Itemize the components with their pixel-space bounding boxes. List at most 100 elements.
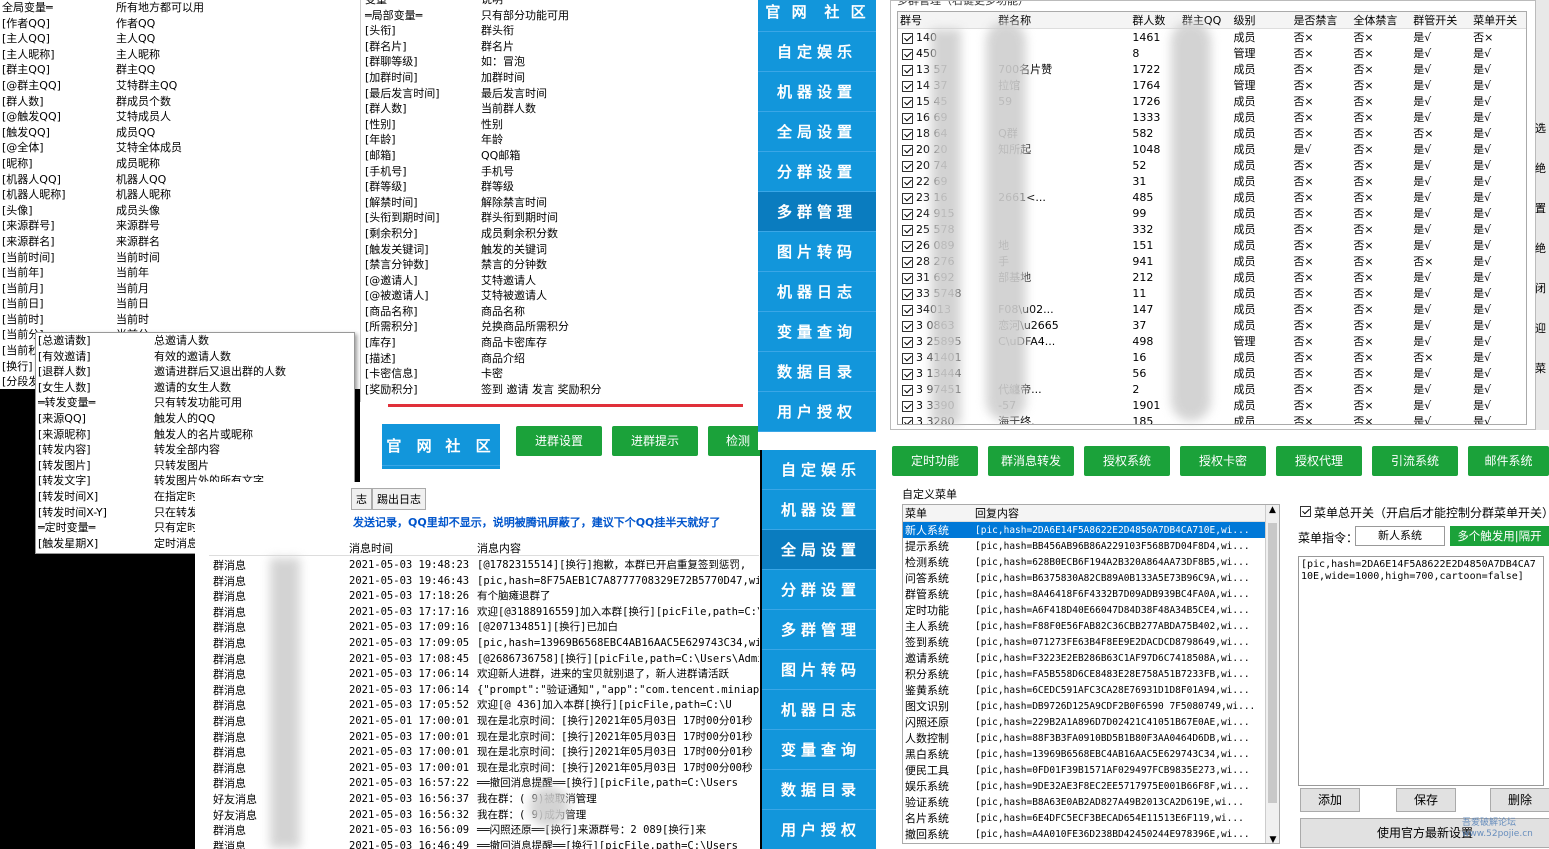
menu-row[interactable]: 娱乐系统 [pic,hash=9DE32AE3F8EC2EE5717975E001… (903, 778, 1265, 794)
group-row-checkbox[interactable] (902, 176, 913, 188)
menu-row[interactable]: 人数控制 [pic,hash=88F3B3FA0910BD5B1B80F3AA04… (903, 730, 1265, 746)
nav-user-auth[interactable]: 用户授权 (758, 392, 876, 432)
msg-forward-button[interactable]: 群消息转发 (988, 446, 1074, 476)
nav-robot-settings[interactable]: 机器设置 (762, 490, 880, 530)
menu-row[interactable]: 定时功能 [pic,hash=A6F418D40E66047D84D38F48A3… (903, 602, 1265, 618)
menu-row[interactable]: 签到系统 [pic,hash=071273FE63B4F8EE9E2DACDCD8… (903, 634, 1265, 650)
nav-robot-settings[interactable]: 机器设置 (758, 72, 876, 112)
auth-agent-button[interactable]: 授权代理 (1276, 446, 1362, 476)
menu-switch[interactable]: 菜单总开关（开启后才能控制分群菜单开关） (1298, 504, 1549, 521)
nav-data-dir[interactable]: 数据目录 (762, 770, 880, 810)
group-row-checkbox[interactable] (902, 96, 913, 108)
group-row-checkbox[interactable] (902, 208, 913, 220)
menu-row[interactable]: 验证系统 [pic,hash=B8A63E0AB2AD827A49B2013CA2… (903, 794, 1265, 810)
menu-row[interactable]: 邀请系统 [pic,hash=F3223E2EB286B63C1AF97D6C74… (903, 650, 1265, 666)
group-row-checkbox[interactable] (902, 112, 913, 124)
add-button[interactable]: 添加 (1300, 788, 1360, 812)
menu-row[interactable]: 检测系统 [pic,hash=628B0ECB6F194A2B320A864AA7… (903, 554, 1265, 570)
nav-global-settings[interactable]: 全局设置 (762, 530, 880, 570)
mid-nav-community[interactable]: 社 区 (441, 426, 500, 466)
group-row-checkbox[interactable] (902, 144, 913, 156)
tab-kick-log[interactable]: 踢出日志 (372, 488, 426, 510)
menu-row[interactable]: 群管系统 [pic,hash=8A46418F6F4332B7D09ADB939B… (903, 586, 1265, 602)
nav-var-query[interactable]: 变量查询 (762, 730, 880, 770)
group-row-checkbox[interactable] (902, 80, 913, 92)
nav-custom-fun[interactable]: 自定娱乐 (762, 450, 880, 490)
timer-button[interactable]: 定时功能 (892, 446, 978, 476)
group-row-checkbox[interactable] (902, 192, 913, 204)
group-row-checkbox[interactable] (902, 240, 913, 252)
group-row-checkbox[interactable] (902, 336, 913, 348)
group-row-checkbox[interactable] (902, 288, 913, 300)
menu-row[interactable]: 问答系统 [pic,hash=B6375830A82CB89A0B133A5E73… (903, 570, 1265, 586)
menu-row[interactable]: 便民工具 [pic,hash=0FD01F39B1571AF029497FCB98… (903, 762, 1265, 778)
menu-row[interactable]: 主人系统 [pic,hash=F88F0E56FAB82C36CBB277ABDA… (903, 618, 1265, 634)
group-row-checkbox[interactable] (902, 320, 913, 332)
tab-log[interactable]: 志 (351, 488, 372, 510)
nav-website[interactable]: 官 网 (765, 0, 809, 31)
group-row-checkbox[interactable] (902, 352, 913, 364)
group-row-checkbox[interactable] (902, 160, 913, 172)
group-col-header[interactable]: 群管开关 (1411, 12, 1471, 29)
group-row-checkbox[interactable] (902, 64, 913, 76)
group-col-header[interactable]: 群人数 (1130, 12, 1180, 29)
group-col-header[interactable]: 级别 (1232, 12, 1292, 29)
var-desc: 总邀请人数 (154, 334, 209, 347)
nav-user-auth[interactable]: 用户授权 (762, 810, 880, 849)
group-row-checkbox[interactable] (902, 272, 913, 284)
menu-switch-checkbox[interactable] (1300, 506, 1311, 517)
menu-row[interactable]: 提示系统 [pic,hash=BB456AB96B86A229103F568B7D… (903, 538, 1265, 554)
menu-row[interactable]: 新人系统 [pic,hash=2DA6E14F5A8622E2D4850A7DB4… (903, 521, 1265, 538)
menu-row[interactable]: 黑白系统 [pic,hash=13969B6568EBC4AB16AAC5E629… (903, 746, 1265, 762)
group-row-checkbox[interactable] (902, 48, 913, 60)
group-row-checkbox[interactable] (902, 416, 913, 424)
detect-button[interactable]: 检测 (708, 426, 760, 456)
menu-row[interactable]: 名片系统 [pic,hash=6E4DFC5ECF3BECAD654E11513E… (903, 810, 1265, 826)
menu-cmd-input[interactable]: 新人系统 (1355, 526, 1445, 546)
multi-trigger-hint[interactable]: 多个触发用|隔开 (1450, 526, 1549, 546)
menu-content-textarea[interactable]: [pic,hash=2DA6E14F5A8622E2D4850A7DB4CA71… (1298, 556, 1544, 786)
nav-robot-log[interactable]: 机器日志 (762, 690, 880, 730)
nav-robot-log[interactable]: 机器日志 (758, 272, 876, 312)
group-row-checkbox[interactable] (902, 32, 913, 44)
entry-prompt-button[interactable]: 进群提示 (612, 426, 698, 456)
mail-system-button[interactable]: 邮件系统 (1468, 446, 1549, 476)
nav-global-settings[interactable]: 全局设置 (758, 112, 876, 152)
menu-row[interactable]: 撤回系统 [pic,hash=A4A010FE36D238BD42450244E9… (903, 826, 1265, 842)
menu-col-name[interactable]: 菜单 (903, 505, 973, 522)
group-col-header[interactable]: 是否禁言 (1291, 12, 1351, 29)
group-row-checkbox[interactable] (902, 400, 913, 412)
auth-system-button[interactable]: 授权系统 (1084, 446, 1170, 476)
mid-nav-website[interactable]: 官 网 (382, 426, 441, 466)
entry-settings-button[interactable]: 进群设置 (516, 426, 602, 456)
nav-var-query[interactable]: 变量查询 (758, 312, 876, 352)
menu-row[interactable]: 鉴黄系统 [pic,hash=6CEDC591AFC3CA28E76931D1D8… (903, 682, 1265, 698)
group-col-header[interactable]: 菜单开关 (1471, 12, 1526, 29)
group-col-header[interactable]: 群号 (898, 12, 996, 29)
nav-image-transcode[interactable]: 图片转码 (758, 232, 876, 272)
group-row-checkbox[interactable] (902, 368, 913, 380)
auth-card-button[interactable]: 授权卡密 (1180, 446, 1266, 476)
menu-row[interactable]: 积分系统 [pic,hash=FA5B558D6CE8483E28E758A51B… (903, 666, 1265, 682)
menu-scrollbar[interactable]: ▲ ▼ (1265, 505, 1279, 843)
menu-col-reply[interactable]: 回复内容 (973, 505, 1265, 522)
group-row-checkbox[interactable] (902, 224, 913, 236)
group-row-checkbox[interactable] (902, 384, 913, 396)
traffic-system-button[interactable]: 引流系统 (1372, 446, 1458, 476)
menu-row[interactable]: 闪照还原 [pic,hash=229B2A1A896D7D02421C41051B… (903, 714, 1265, 730)
nav-multi-group[interactable]: 多群管理 (762, 610, 880, 650)
nav-multi-group[interactable]: 多群管理 (758, 192, 876, 232)
nav-data-dir[interactable]: 数据目录 (758, 352, 876, 392)
nav-custom-fun[interactable]: 自定娱乐 (758, 32, 876, 72)
group-col-header[interactable]: 全体禁言 (1351, 12, 1411, 29)
nav-image-transcode[interactable]: 图片转码 (762, 650, 880, 690)
nav-community[interactable]: 社 区 (824, 0, 868, 31)
group-row-checkbox[interactable] (902, 304, 913, 316)
save-button[interactable]: 保存 (1396, 788, 1456, 812)
group-row-checkbox[interactable] (902, 128, 913, 140)
delete-button[interactable]: 删除 (1490, 788, 1549, 812)
nav-group-settings[interactable]: 分群设置 (762, 570, 880, 610)
nav-group-settings[interactable]: 分群设置 (758, 152, 876, 192)
group-row-checkbox[interactable] (902, 256, 913, 268)
menu-row[interactable]: 图文识别 [pic,hash=DB9726D125A9CDF2B0F6590 7F… (903, 698, 1265, 714)
